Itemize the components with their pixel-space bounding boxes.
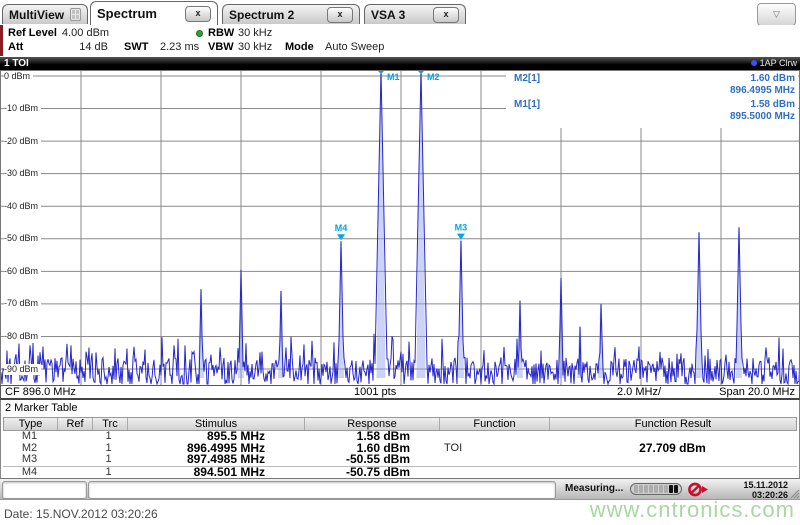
measuring-status: Measuring... <box>565 483 624 494</box>
span-label: Span 20.0 MHz <box>719 386 795 398</box>
col-type: Type <box>18 418 43 430</box>
marker-m4-icon[interactable]: M4 <box>335 223 348 241</box>
tab-vsa3-label: VSA 3 <box>371 7 406 22</box>
channel-settings-bar: Ref Level 4.00 dBm RBW 30 kHz Att 14 dB … <box>0 25 800 57</box>
sweep-points-label: 1001 pts <box>354 386 397 398</box>
marker-readout-freq: 896.4995 MHz <box>729 85 795 96</box>
tab-spectrum2[interactable]: Spectrum 2 x <box>222 4 360 24</box>
marker-readout-panel: M2[1] 1.60 dBm 896.4995 MHz M1[1] 1.58 d… <box>506 71 798 128</box>
tab-vsa3[interactable]: VSA 3 x <box>364 4 466 24</box>
toi-window: 1 TOI 1AP Clrw M4 M1 M2 M3 M2[1] 1.60 dBm 8… <box>0 57 800 400</box>
marker-readout-name: M2[1] <box>514 73 541 84</box>
tab-bar: MultiView Spectrum x Spectrum 2 x VSA 3 … <box>0 0 800 26</box>
vbw-setting[interactable]: VBW <box>208 41 234 53</box>
date-caption: Date: 15.NOV.2012 03:20:26 <box>4 507 158 521</box>
trace-indicator: 1AP Clrw <box>750 57 797 70</box>
y-axis-tick-label: -40 dBm <box>4 200 42 212</box>
mode-value[interactable]: Auto Sweep <box>325 41 384 53</box>
y-axis-tick-label: -30 dBm <box>4 168 42 180</box>
col-trc: Trc <box>92 418 127 430</box>
marker-label: M1 <box>387 72 400 82</box>
marker-label: M3 <box>455 223 468 233</box>
att-setting[interactable]: Att <box>8 41 23 53</box>
y-axis-tick-label: -60 dBm <box>4 265 42 277</box>
marker-label: M2 <box>427 72 440 82</box>
multiview-grid-icon <box>70 8 81 21</box>
y-axis-tick-label: -70 dBm <box>4 298 42 310</box>
status-field-left[interactable] <box>2 481 87 499</box>
col-ref: Ref <box>57 418 92 430</box>
tab-multiview-label: MultiView <box>9 7 65 22</box>
att-value[interactable]: 14 dB <box>60 41 108 53</box>
marker-m3-icon[interactable]: M3 <box>455 223 468 240</box>
trace-dot-icon <box>750 60 757 66</box>
marker-label: M4 <box>335 223 348 233</box>
table-row[interactable]: M3 1 897.4985 MHz -50.55 dBm <box>3 453 797 466</box>
marker-table-window: 2 Marker Table Type Ref Trc Stimulus Res… <box>0 400 800 478</box>
spectrum-plot[interactable]: M4 M1 M2 M3 M2[1] 1.60 dBm 896.4995 MHz M1[… <box>0 70 800 385</box>
channel-accent-strip <box>0 25 3 56</box>
center-frequency-label: CF 896.0 MHz <box>5 386 76 398</box>
watermark-text: www.cntronics.com <box>589 497 795 522</box>
y-axis-tick-label: -90 dBm <box>4 363 42 375</box>
ref-level-value[interactable]: 4.00 dBm <box>62 27 109 39</box>
rbw-setting[interactable]: RBW <box>208 27 234 39</box>
sweep-progress-bar <box>630 483 682 495</box>
y-axis-tick-label: 0 dBm <box>4 70 34 82</box>
marker-table-title[interactable]: 2 Marker Table <box>5 402 78 414</box>
y-axis-tick-label: -10 dBm <box>4 103 42 115</box>
chevron-down-icon: ▽ <box>773 9 780 19</box>
vbw-value[interactable]: 30 kHz <box>238 41 272 53</box>
status-message-field[interactable] <box>88 481 556 499</box>
tab-multiview[interactable]: MultiView <box>2 4 88 24</box>
swt-value[interactable]: 2.23 ms <box>160 41 199 53</box>
toi-window-title: 1 TOI <box>4 58 29 69</box>
mode-setting[interactable]: Mode <box>285 41 314 53</box>
col-function-result: Function Result <box>549 418 796 430</box>
toi-window-titlebar[interactable]: 1 TOI 1AP Clrw <box>0 57 800 70</box>
marker-readout-name: M1[1] <box>514 99 541 110</box>
y-axis-tick-label: -50 dBm <box>4 233 42 245</box>
y-axis-tick-label: -20 dBm <box>4 135 42 147</box>
col-function: Function <box>439 418 549 430</box>
marker-readout-level: 1.58 dBm <box>750 99 795 110</box>
tab-spectrum-label: Spectrum <box>97 6 157 21</box>
sweep-info-bar: CF 896.0 MHz 1001 pts 2.0 MHz/ Span 20.0… <box>0 385 800 400</box>
status-date: 15.11.2012 <box>743 480 788 490</box>
y-axis-tick-label: -80 dBm <box>4 330 42 342</box>
footer-area: Date: 15.NOV.2012 03:20:26 www.cntronics… <box>0 497 800 525</box>
marker-table: Type Ref Trc Stimulus Response Function … <box>3 417 797 478</box>
marker-readout-level: 1.60 dBm <box>750 73 795 84</box>
table-row[interactable]: M4 1 894.501 MHz -50.75 dBm <box>3 465 797 479</box>
tab-spectrum[interactable]: Spectrum x <box>90 1 218 25</box>
ref-level-setting[interactable]: Ref Level <box>8 27 57 39</box>
spectrum-analyzer-screen: MultiView Spectrum x Spectrum 2 x VSA 3 … <box>0 0 800 525</box>
muted-speaker-icon[interactable] <box>687 482 711 497</box>
tab-spectrum2-label: Spectrum 2 <box>229 7 295 22</box>
rbw-value[interactable]: 30 kHz <box>238 27 272 39</box>
tab-spectrum2-close-icon[interactable]: x <box>327 6 353 23</box>
tab-spectrum-close-icon[interactable]: x <box>185 5 211 22</box>
status-green-dot-icon <box>196 30 203 37</box>
tab-overflow-button[interactable]: ▽ <box>757 3 796 26</box>
tab-vsa3-close-icon[interactable]: x <box>433 6 459 23</box>
swt-setting[interactable]: SWT <box>124 41 148 53</box>
marker-readout-freq: 895.5000 MHz <box>729 111 795 122</box>
per-division-label: 2.0 MHz/ <box>617 386 662 398</box>
